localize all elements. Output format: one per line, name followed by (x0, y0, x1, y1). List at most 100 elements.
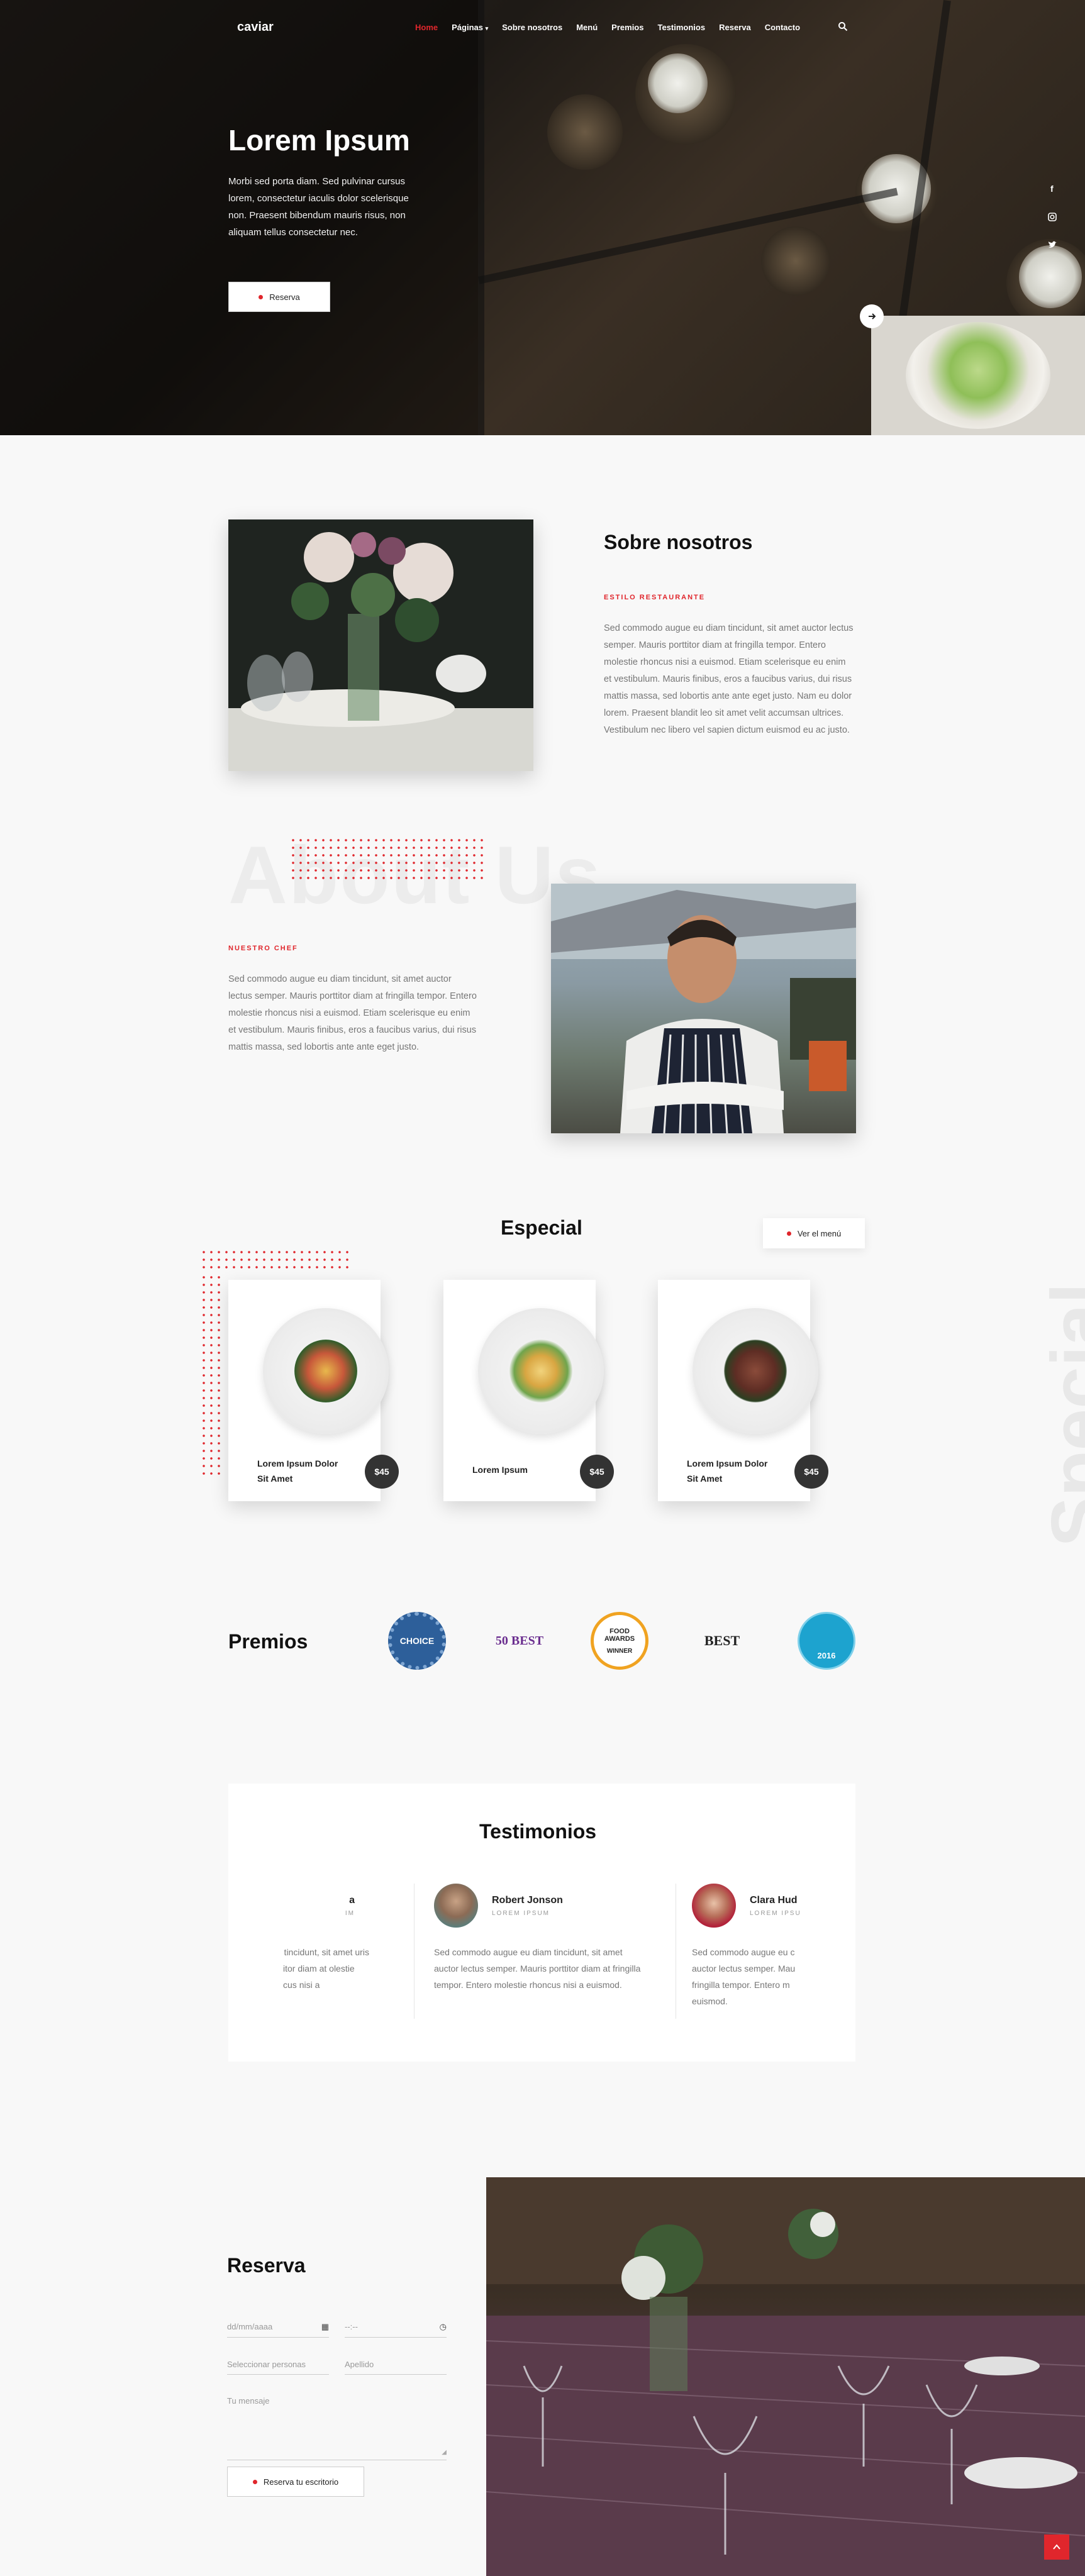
dot-icon (252, 2479, 257, 2484)
hero-title: Lorem Ipsum (228, 124, 410, 157)
testimonials-carousel[interactable]: a IM ilam tincidunt, sit amet uris portti… (283, 1884, 806, 2019)
nav-item-premios[interactable]: Premios (611, 23, 643, 32)
hero-reserva-button[interactable]: Reserva (228, 282, 330, 312)
testimonial-header: Clara Hud LOREM IPSU (692, 1884, 806, 1928)
chef-illustration (551, 884, 856, 1133)
salad-thumbnail (871, 316, 1085, 435)
resize-handle-icon[interactable]: ◢ (442, 2449, 447, 2456)
twitter-icon[interactable] (1046, 239, 1059, 252)
clock-icon: ◷ (439, 2322, 447, 2331)
hero-table-image (547, 94, 623, 170)
flowers-illustration (228, 532, 533, 771)
surname-placeholder: Apellido (345, 2360, 374, 2369)
dish-price: $45 (365, 1455, 399, 1489)
dot-pattern (289, 836, 484, 882)
hero-plate-image (648, 53, 708, 113)
hero-plate-image (1019, 245, 1082, 308)
testimonial-item: a IM ilam tincidunt, sit amet uris portti… (283, 1884, 379, 1993)
dish-price: $45 (580, 1455, 614, 1489)
about-eyebrow: ESTILO RESTAURANTE (604, 594, 706, 601)
testimonial-item: Clara Hud LOREM IPSU Sed commodo augue eu… (692, 1884, 806, 2009)
award-label: FOOD AWARDS (604, 1627, 635, 1643)
reserva-title: Reserva (227, 2254, 306, 2277)
testimonial-name: Clara Hud (750, 1894, 798, 1906)
persons-select[interactable]: Seleccionar personas (227, 2360, 329, 2375)
testimonial-meta: a IM (283, 1895, 355, 1917)
testimonial-meta: Clara Hud LOREM IPSU (750, 1895, 801, 1917)
dish-name: Lorem Ipsum (472, 1465, 528, 1475)
award-label: BEST (704, 1633, 740, 1648)
nav-item-home[interactable]: Home (415, 23, 438, 32)
testimonial-text: Sed commodo augue eu diam tincidunt, sit… (434, 1947, 641, 1990)
view-menu-button[interactable]: Ver el menú (763, 1218, 865, 1248)
slider-next-button[interactable] (860, 304, 884, 328)
table-setting-illustration (486, 2177, 1085, 2576)
testimonial-role: LOREM IPSUM (492, 1909, 550, 1917)
dot-pattern (200, 1274, 225, 1475)
special-card[interactable]: Lorem Ipsum $45 (443, 1280, 614, 1501)
message-textarea[interactable]: Tu mensaje ◢ (227, 2396, 447, 2460)
award-sub-label: WINNER (606, 1647, 633, 1655)
award-badge-best: BEST (693, 1612, 751, 1670)
avatar (692, 1884, 736, 1928)
dish-food-image (509, 1340, 572, 1402)
award-badge-food-awards: FOOD AWARDS WINNER (591, 1612, 648, 1670)
award-badge-choice: CHOICE (388, 1612, 446, 1670)
message-placeholder: Tu mensaje (227, 2396, 270, 2406)
nav-item-sobre-nosotros[interactable]: Sobre nosotros (502, 23, 562, 32)
testimonial-name: a (349, 1894, 355, 1906)
dish-food-image (294, 1340, 357, 1402)
testimonial-item: Robert Jonson LOREM IPSUM Sed commodo aug… (434, 1884, 642, 1993)
button-label: Reserva tu escritorio (263, 2477, 339, 2487)
facebook-icon[interactable]: f (1046, 182, 1059, 195)
divider (414, 1884, 415, 2019)
avatar (434, 1884, 478, 1928)
dish-food-image (724, 1340, 787, 1402)
testimonials-title: Testimonios (479, 1820, 597, 1843)
dish-price: $45 (794, 1455, 828, 1489)
brand-logo[interactable]: caviar (237, 20, 274, 35)
about-title: Sobre nosotros (604, 531, 753, 553)
about-flowers-photo (228, 519, 533, 771)
calendar-icon: ▦ (321, 2322, 329, 2331)
nav-item-testimonios[interactable]: Testimonios (657, 23, 705, 32)
instagram-icon[interactable] (1046, 211, 1059, 223)
dish-name: Lorem Ipsum Dolor Sit Amet (687, 1458, 768, 1484)
testimonial-name: Robert Jonson (492, 1894, 563, 1906)
testimonial-role: IM (345, 1909, 355, 1917)
hero-text: Morbi sed porta diam. Sed pulvinar cursu… (228, 176, 409, 238)
time-placeholder: --:-- (345, 2322, 358, 2331)
hero-beam (478, 187, 898, 284)
chevron-up-icon (1053, 2544, 1060, 2550)
nav-item-contacto[interactable]: Contacto (765, 23, 800, 32)
dish-plate (478, 1308, 604, 1434)
time-input[interactable]: --:-- ◷ (345, 2322, 447, 2338)
nav-item-label: Páginas (452, 23, 483, 32)
testimonial-header: Robert Jonson LOREM IPSUM (434, 1884, 642, 1928)
date-input[interactable]: dd/mm/aaaa ▦ (227, 2322, 329, 2338)
salad-bowl-image (906, 322, 1050, 429)
reserva-submit-button[interactable]: Reserva tu escritorio (227, 2467, 364, 2497)
hero-section (0, 0, 1085, 435)
dish-plate (693, 1308, 818, 1434)
search-icon[interactable] (838, 21, 848, 31)
chef-photo (551, 884, 856, 1133)
about-text: Sed commodo augue eu diam tincidunt, sit… (604, 623, 854, 735)
dish-name: Lorem Ipsum Dolor Sit Amet (257, 1458, 338, 1484)
award-label: 2016 (817, 1651, 836, 1660)
chevron-down-icon: ▾ (485, 25, 489, 31)
surname-input[interactable]: Apellido (345, 2360, 447, 2375)
awards-title: Premios (228, 1630, 308, 1653)
nav-item-paginas[interactable]: Páginas ▾ (452, 23, 488, 32)
dish-plate (263, 1308, 389, 1434)
special-card[interactable]: Lorem Ipsum Dolor Sit Amet $45 (658, 1280, 828, 1501)
testimonial-header: a IM (283, 1884, 379, 1928)
nav-item-reserva[interactable]: Reserva (719, 23, 751, 32)
back-to-top-button[interactable] (1044, 2534, 1069, 2560)
hero-beam (478, 0, 484, 435)
special-card[interactable]: Lorem Ipsum Dolor Sit Amet $45 (228, 1280, 399, 1501)
testimonial-role: LOREM IPSU (750, 1909, 801, 1917)
nav-item-menu[interactable]: Menú (576, 23, 598, 32)
testimonial-text: ilam tincidunt, sit amet uris porttitor … (283, 1947, 369, 1990)
hero-table-image (761, 226, 830, 296)
